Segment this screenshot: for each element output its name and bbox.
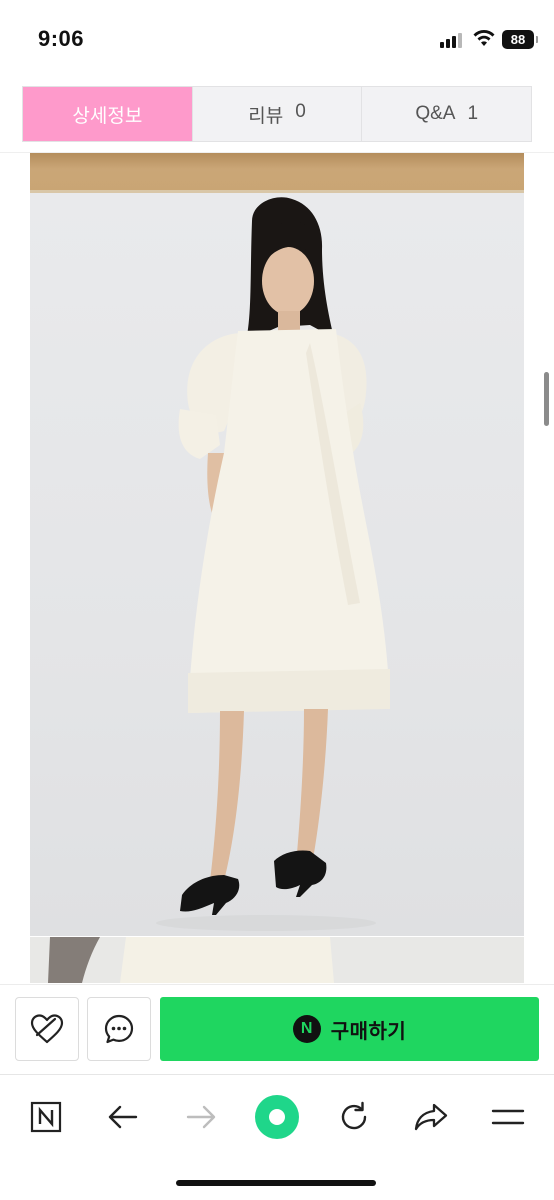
battery-icon: 88 xyxy=(502,30,538,49)
share-icon xyxy=(414,1103,448,1131)
tab-reviews-label: 리뷰 xyxy=(248,105,284,127)
tab-detail-info-label: 상세정보 xyxy=(72,105,143,127)
menu-button[interactable] xyxy=(484,1095,532,1139)
green-home-button[interactable] xyxy=(253,1095,301,1139)
tab-qna[interactable]: Q&A 1 xyxy=(362,87,531,141)
menu-icon xyxy=(491,1109,525,1125)
wifi-icon xyxy=(473,30,495,46)
tab-qna-count: 1 xyxy=(467,103,479,124)
forward-button[interactable] xyxy=(177,1095,225,1139)
tab-qna-label: Q&A xyxy=(415,103,456,124)
status-time: 9:06 xyxy=(38,26,85,51)
wishlist-button[interactable] xyxy=(15,997,79,1061)
status-bar: 9:06 88 xyxy=(0,0,554,80)
naver-home-button[interactable] xyxy=(22,1095,70,1139)
heart-outline-icon xyxy=(30,1014,64,1044)
chat-button[interactable] xyxy=(87,997,151,1061)
product-detail-image xyxy=(30,153,524,936)
refresh-icon xyxy=(341,1101,367,1130)
refresh-button[interactable] xyxy=(330,1095,378,1139)
naver-pay-badge-icon: N xyxy=(292,1015,321,1043)
chat-bubble-icon xyxy=(104,1014,134,1044)
next-image-crop-illustration xyxy=(48,937,334,983)
cellular-signal-icon xyxy=(440,32,466,48)
buy-button-label: 구매하기 xyxy=(330,1020,407,1043)
product-tabs: 상세정보 리뷰 0 Q&A 1 xyxy=(22,86,532,142)
back-arrow-icon xyxy=(108,1105,138,1129)
back-button[interactable] xyxy=(99,1095,147,1139)
tab-reviews[interactable]: 리뷰 0 xyxy=(193,87,363,141)
share-button[interactable] xyxy=(407,1095,455,1139)
tab-detail-info[interactable]: 상세정보 xyxy=(23,87,193,141)
tab-reviews-count: 0 xyxy=(295,100,306,122)
buy-button[interactable]: N 구매하기 xyxy=(160,997,539,1061)
purchase-action-bar: N 구매하기 xyxy=(0,984,554,1074)
green-dot-home-icon xyxy=(255,1095,299,1139)
home-indicator xyxy=(176,1180,376,1186)
model-in-white-dress-illustration xyxy=(156,197,390,931)
forward-arrow-icon xyxy=(186,1105,216,1129)
naver-home-icon xyxy=(30,1101,62,1133)
scrollbar-thumb[interactable] xyxy=(544,372,549,426)
next-product-image-preview xyxy=(30,937,524,983)
